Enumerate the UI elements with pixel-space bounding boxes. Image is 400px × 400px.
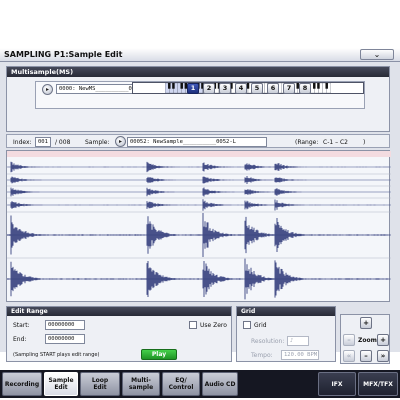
zoom-in-horizontal-button[interactable]: + [377,334,389,346]
scroll-right-button[interactable]: » [377,350,389,362]
black-key [317,83,320,89]
ms-slot-button-7[interactable]: 7 [283,83,295,94]
waveform-svg [7,151,391,300]
index-sample-row: Index: 001 / 008 Sample: ▸ 00052: NewSam… [6,134,390,148]
tab-loop-edit[interactable]: Loop Edit [80,372,120,396]
ms-slot-button-5[interactable]: 5 [251,83,263,94]
ms-slot-button-2[interactable]: 2 [203,83,215,94]
tab-recording[interactable]: Recording [2,372,42,396]
range-close: ) [363,139,366,146]
resolution-label: Resolution: [251,338,285,345]
title-bar: SAMPLING P1:Sample Edit ⌄ [0,48,400,62]
ms-slot-button-4[interactable]: 4 [235,83,247,94]
end-label: End: [13,336,27,343]
multisample-header: Multisample(MS) [7,67,389,77]
black-key [325,83,328,89]
zoom-label: Zoom [358,337,377,344]
black-key [172,83,175,89]
keyboard-map[interactable] [132,82,364,94]
grid-label: Grid [254,322,267,329]
use-zero-label: Use Zero [200,322,227,329]
zoom-in-vertical-button[interactable]: + [360,317,372,329]
grid-header: Grid [237,307,335,316]
page-menu-button[interactable]: ⌄ [360,49,394,60]
tempo-field[interactable]: 120.00 BPM [281,350,319,360]
grid-checkbox[interactable] [243,321,251,329]
play-arrow-icon: ▸ [45,86,49,93]
tab-multisample[interactable]: Multi- sample [122,372,160,396]
ms-slot-button-8[interactable]: 8 [299,83,311,94]
sample-label: Sample: [85,139,110,146]
tab-eq-control[interactable]: EQ/ Control [162,372,200,396]
zoom-panel: + – Zoom + « – » [340,314,390,364]
tab-ifx[interactable]: IFX [318,372,356,396]
page-title: SAMPLING P1:Sample Edit [4,50,123,59]
grid-panel: Grid Grid Resolution: ♪ Tempo: 120.00 BP… [236,306,336,362]
ms-slot-button-6[interactable]: 6 [267,83,279,94]
zoom-out-vertical-button[interactable]: – [360,350,372,362]
edit-range-panel: Edit Range Start: 00000000 End: 00000000… [6,306,232,362]
sample-select-button[interactable]: ▸ [115,136,126,147]
sample-field[interactable]: 00052: NewSample__________0052-L [127,137,267,147]
black-key [168,83,171,89]
range-value: C-1 – C2 [323,139,348,146]
edit-range-header: Edit Range [7,307,231,316]
black-key [246,83,250,89]
start-label: Start: [13,322,30,329]
use-zero-checkbox[interactable] [189,321,197,329]
start-field[interactable]: 00000000 [45,320,85,330]
zoom-out-horizontal-button[interactable]: – [343,334,355,346]
waveform-trace [7,161,391,300]
ms-slot-button-1[interactable]: 1 [187,83,199,94]
ms-slot-button-3[interactable]: 3 [219,83,231,94]
waveform-display[interactable] [6,150,391,302]
range-label: (Range: [295,139,319,146]
end-field[interactable]: 00000000 [45,334,85,344]
sample-edit-screen: SAMPLING P1:Sample Edit ⌄ Multisample(MS… [0,48,400,398]
page-tab-bar: Recording Sample Edit Loop Edit Multi- s… [0,370,400,398]
black-key [313,83,316,89]
multisample-box: ▸ 0000: NewMS__________000-L [35,81,365,109]
play-arrow-icon: ▸ [118,138,122,145]
edit-range-note: (Sampling START plays edit range) [13,352,100,358]
tab-audio-cd[interactable]: Audio CD [202,372,238,396]
resolution-field[interactable]: ♪ [287,336,309,346]
waveform-ruler [7,151,391,157]
tab-mfx-tfx[interactable]: MFX/TFX [358,372,398,396]
index-field[interactable]: 001 [35,137,51,147]
chevron-down-icon: ⌄ [373,50,381,59]
play-button[interactable]: Play [141,349,177,360]
index-total: / 008 [55,139,71,146]
ms-field[interactable]: 0000: NewMS__________000-L [56,84,142,94]
scroll-left-button[interactable]: « [343,350,355,362]
tab-sample-edit[interactable]: Sample Edit [44,372,78,396]
ms-select-button[interactable]: ▸ [42,84,53,95]
multisample-panel: Multisample(MS) ▸ 0000: NewMS__________0… [6,66,390,132]
black-key [180,83,183,89]
index-label: Index: [13,139,32,146]
tempo-label: Tempo: [251,352,273,359]
